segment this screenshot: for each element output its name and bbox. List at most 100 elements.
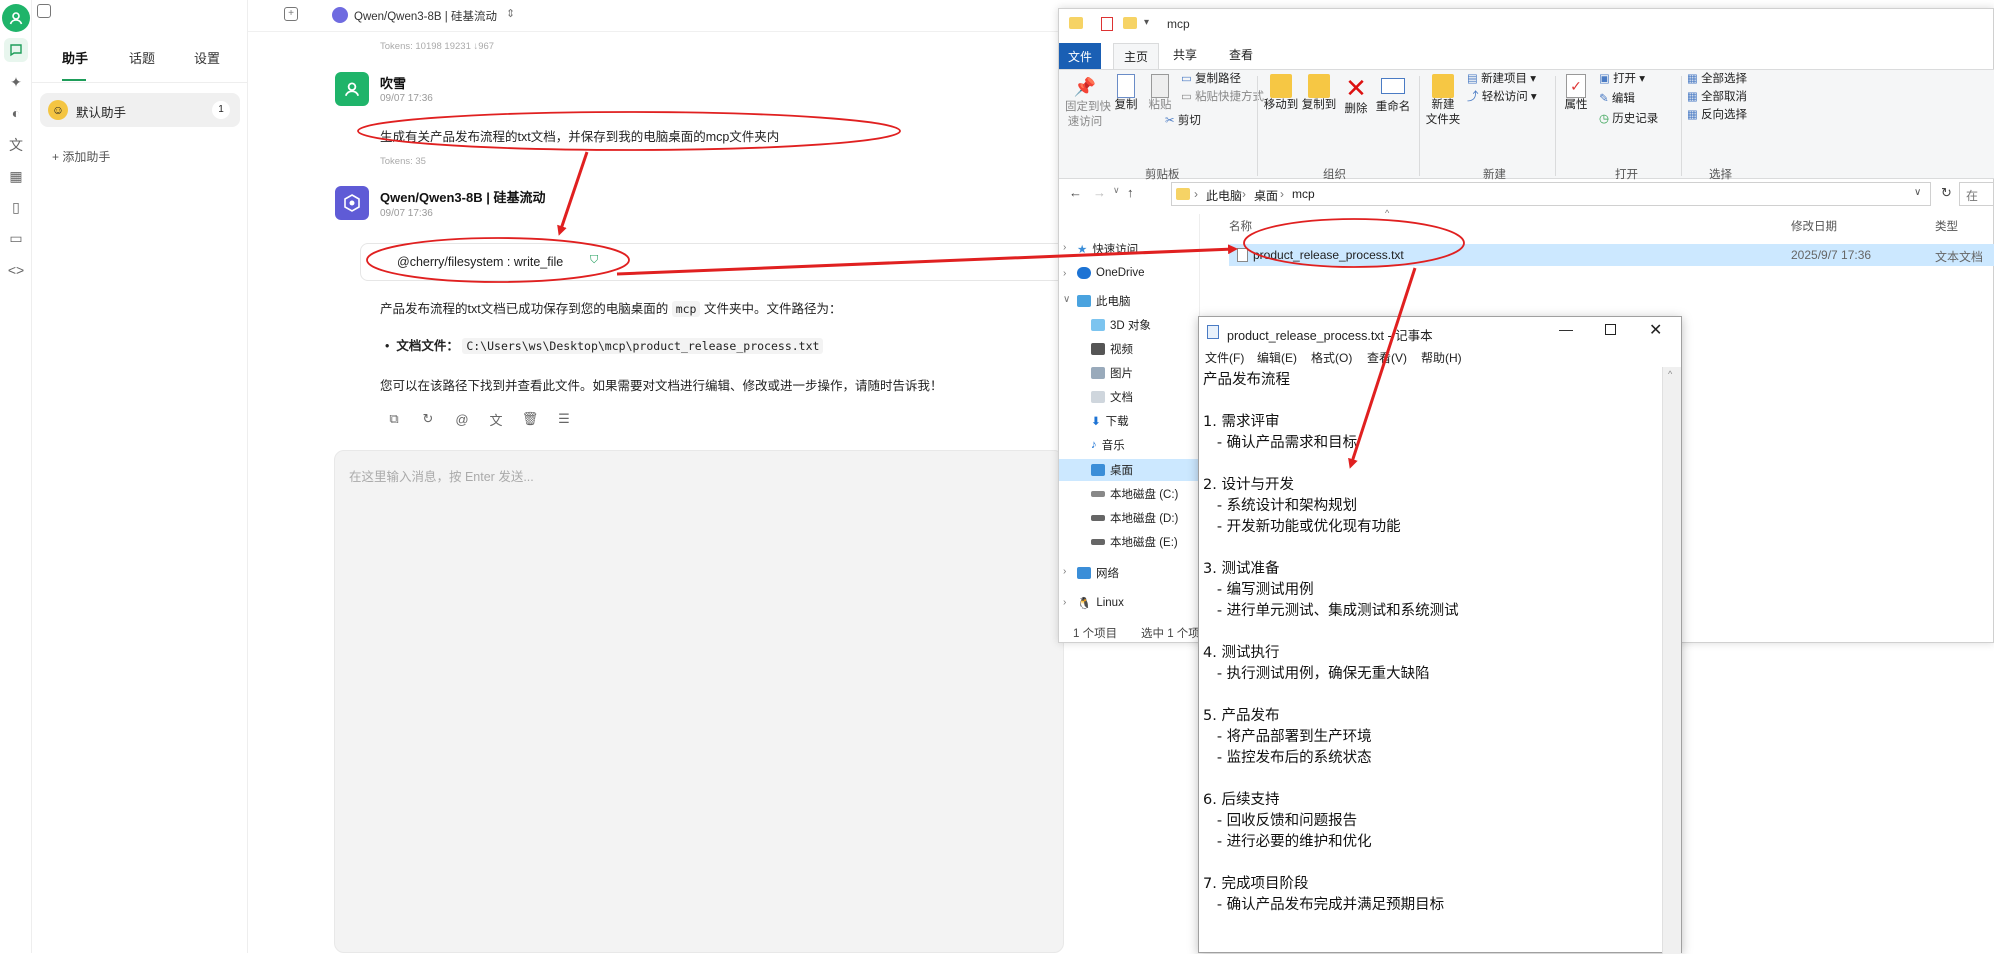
- add-assistant-button[interactable]: + 添加助手: [52, 148, 110, 165]
- properties-qat-icon[interactable]: [1101, 17, 1113, 31]
- column-date[interactable]: 修改日期: [1791, 218, 1837, 234]
- expand-chevron-icon[interactable]: ›: [1063, 566, 1066, 577]
- forward-arrow-icon[interactable]: →: [1093, 185, 1106, 200]
- chat-icon[interactable]: [4, 38, 28, 62]
- file-row[interactable]: product_release_process.txt 2025/9/7 17:…: [1229, 244, 1994, 266]
- open-button[interactable]: ▣ 打开 ▾: [1599, 70, 1645, 86]
- close-icon[interactable]: ✕: [1649, 320, 1662, 340]
- address-bar[interactable]: › 此电脑 › 桌面 › mcp ∨: [1171, 182, 1931, 206]
- code-icon[interactable]: <>: [4, 258, 28, 282]
- message-input[interactable]: 在这里输入消息，按 Enter 发送...: [334, 450, 1064, 953]
- translate-icon[interactable]: 文: [4, 133, 28, 157]
- minimize-icon[interactable]: —: [1559, 321, 1573, 337]
- pin-quick-access-button[interactable]: 📌 固定到快 速访问: [1065, 74, 1111, 130]
- model-selector[interactable]: Qwen/Qwen3-8B | 硅基流动: [354, 8, 497, 24]
- new-folder-button[interactable]: 新建 文件夹: [1423, 74, 1463, 128]
- up-arrow-icon[interactable]: ↑: [1127, 185, 1134, 200]
- paste-button[interactable]: 粘贴: [1145, 74, 1175, 113]
- sparkle-icon[interactable]: ✦: [4, 70, 28, 94]
- menu-view[interactable]: 查看(V): [1367, 349, 1407, 366]
- edit-button[interactable]: ✎ 编辑: [1599, 90, 1635, 106]
- ribbon-tab-file[interactable]: 文件: [1059, 43, 1101, 69]
- tab-assistants[interactable]: 助手: [62, 48, 88, 67]
- folder-icon[interactable]: ▭: [4, 226, 28, 250]
- nav-desktop[interactable]: 桌面: [1091, 462, 1133, 478]
- easy-access-button[interactable]: ⤴ 轻松访问 ▾: [1467, 88, 1537, 104]
- translate-message-icon[interactable]: 文: [487, 410, 505, 428]
- history-button[interactable]: ◷ 历史记录: [1599, 110, 1658, 126]
- nav-pictures[interactable]: 图片: [1091, 365, 1133, 381]
- tab-topics[interactable]: 话题: [129, 48, 155, 67]
- new-item-button[interactable]: ▤ 新建项目 ▾: [1467, 70, 1536, 86]
- more-menu-icon[interactable]: ☰: [555, 410, 573, 428]
- toggle-sidebar-icon[interactable]: [37, 4, 51, 18]
- nav-linux[interactable]: 🐧 Linux: [1077, 596, 1124, 610]
- breadcrumb-desktop[interactable]: 桌面: [1254, 187, 1278, 204]
- copy-button[interactable]: 复制: [1111, 74, 1141, 113]
- menu-edit[interactable]: 编辑(E): [1257, 349, 1297, 366]
- recent-dropdown-icon[interactable]: ∨: [1113, 185, 1120, 196]
- ribbon-tab-share[interactable]: 共享: [1173, 46, 1197, 63]
- move-to-button[interactable]: 移动到: [1263, 74, 1299, 113]
- explorer-title: mcp: [1167, 17, 1190, 31]
- nav-drive-e[interactable]: 本地磁盘 (E:): [1091, 534, 1178, 550]
- copy-path-button[interactable]: ▭ 复制路径: [1181, 70, 1241, 86]
- user-avatar[interactable]: [2, 4, 30, 32]
- regenerate-icon[interactable]: ↻: [419, 410, 437, 428]
- select-none-button[interactable]: ▦ 全部取消: [1687, 88, 1747, 104]
- nav-quick-access[interactable]: ★ 快速访问: [1077, 241, 1138, 257]
- back-arrow-icon[interactable]: ←: [1069, 185, 1082, 200]
- menu-file[interactable]: 文件(F): [1205, 349, 1244, 366]
- palette-icon[interactable]: ◐: [4, 101, 28, 125]
- breadcrumb-mcp[interactable]: mcp: [1292, 187, 1315, 201]
- menu-help[interactable]: 帮助(H): [1421, 349, 1462, 366]
- rename-button[interactable]: 重命名: [1373, 74, 1413, 115]
- nav-drive-d[interactable]: 本地磁盘 (D:): [1091, 510, 1178, 526]
- tool-call-card[interactable]: @cherry/filesystem : write_file ⛉: [360, 243, 1080, 281]
- nav-network[interactable]: 网络: [1077, 565, 1119, 581]
- breadcrumb-this-pc[interactable]: 此电脑: [1206, 187, 1242, 204]
- select-all-button[interactable]: ▦ 全部选择: [1687, 70, 1747, 86]
- nav-music[interactable]: ♪ 音乐: [1091, 437, 1125, 453]
- scroll-up-icon[interactable]: ^: [1668, 369, 1672, 379]
- search-box[interactable]: 在: [1959, 182, 1994, 206]
- menu-format[interactable]: 格式(O): [1311, 349, 1352, 366]
- copy-icon[interactable]: ⧉: [385, 410, 403, 428]
- invert-selection-button[interactable]: ▦ 反向选择: [1687, 106, 1747, 122]
- nav-this-pc[interactable]: 此电脑: [1077, 293, 1131, 309]
- notepad-text-area[interactable]: 产品发布流程 1. 需求评审 - 确认产品需求和目标 2. 设计与开发 - 系统…: [1203, 370, 1663, 916]
- notepad-scrollbar[interactable]: ^: [1662, 367, 1681, 954]
- refresh-icon[interactable]: ↻: [1941, 185, 1952, 201]
- file-icon[interactable]: ▯: [4, 195, 28, 219]
- address-dropdown-icon[interactable]: ∨: [1914, 187, 1921, 198]
- properties-button[interactable]: ✓ 属性: [1559, 74, 1593, 113]
- nav-drive-c[interactable]: 本地磁盘 (C:): [1091, 486, 1178, 502]
- assistant-item-default[interactable]: ☺ 默认助手 1: [40, 93, 240, 127]
- column-name[interactable]: 名称: [1229, 218, 1252, 234]
- collapse-chevron-icon[interactable]: ∨: [1063, 294, 1070, 305]
- expand-chevron-icon[interactable]: ›: [1063, 597, 1066, 608]
- maximize-icon[interactable]: [1605, 324, 1616, 335]
- mention-icon[interactable]: @: [453, 410, 471, 428]
- qat-dropdown-icon[interactable]: ▾: [1144, 17, 1149, 28]
- ribbon-tab-view[interactable]: 查看: [1229, 46, 1253, 63]
- nav-documents[interactable]: 文档: [1091, 389, 1133, 405]
- tab-settings[interactable]: 设置: [194, 48, 220, 67]
- copy-to-button[interactable]: 复制到: [1301, 74, 1337, 113]
- delete-icon[interactable]: 🗑: [521, 410, 539, 428]
- apps-icon[interactable]: ▦: [4, 164, 28, 188]
- column-type[interactable]: 类型: [1935, 218, 1958, 234]
- nav-videos[interactable]: 视频: [1091, 341, 1133, 357]
- nav-onedrive[interactable]: OneDrive: [1077, 267, 1145, 279]
- new-folder-qat-icon[interactable]: [1123, 17, 1137, 29]
- cut-button[interactable]: ✂ 剪切: [1165, 112, 1201, 128]
- paste-shortcut-button[interactable]: ▭ 粘贴快捷方式: [1181, 88, 1264, 104]
- chevron-updown-icon[interactable]: ⇕: [506, 7, 515, 20]
- expand-chevron-icon[interactable]: ›: [1063, 268, 1066, 279]
- nav-3d-objects[interactable]: 3D 对象: [1091, 317, 1151, 333]
- new-chat-icon[interactable]: +: [284, 7, 298, 21]
- expand-chevron-icon[interactable]: ›: [1063, 242, 1066, 253]
- ribbon-tab-home[interactable]: 主页: [1113, 43, 1159, 69]
- nav-downloads[interactable]: ⬇ 下载: [1091, 413, 1129, 429]
- delete-button[interactable]: ✕ 删除: [1341, 74, 1371, 117]
